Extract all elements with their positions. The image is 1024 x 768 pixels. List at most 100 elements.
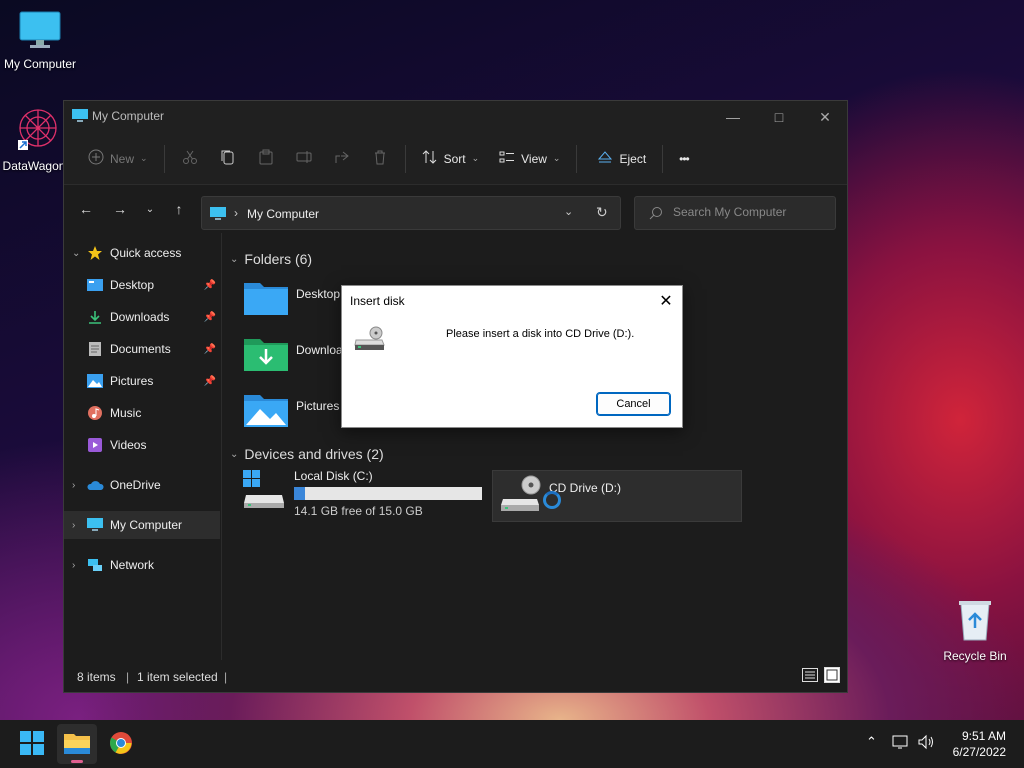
view-button[interactable]: View ⌄ <box>489 143 570 175</box>
chevron-down-icon: ⌄ <box>145 203 155 215</box>
sidebar-item-pictures[interactable]: Pictures 📌 <box>64 367 220 395</box>
sidebar-item-label: Videos <box>110 438 147 452</box>
sidebar-item-network[interactable]: › Network <box>64 551 220 579</box>
eject-label: Eject <box>619 151 647 166</box>
network-status-icon[interactable] <box>892 734 910 753</box>
new-button[interactable]: New ⌄ <box>78 143 158 175</box>
chevron-down-icon: ⌄ <box>230 448 239 460</box>
chevron-right-icon[interactable]: › <box>72 560 86 571</box>
eject-button[interactable]: Eject <box>587 143 656 175</box>
drive-label: Local Disk (C:) <box>294 469 373 483</box>
paste-button[interactable] <box>247 143 285 175</box>
dialog-title-bar[interactable]: Insert disk <box>342 286 682 316</box>
system-clock[interactable]: 9:51 AM 6/27/2022 <box>953 728 1006 760</box>
maximize-button[interactable]: □ <box>756 101 802 133</box>
chevron-right-icon[interactable]: › <box>72 520 86 531</box>
breadcrumb[interactable]: My Computer <box>247 207 319 221</box>
taskbar: ⌃ 9:51 AM 6/27/2022 <box>0 720 1024 768</box>
taskbar-chrome[interactable] <box>101 724 141 764</box>
sidebar-item-my-computer[interactable]: › My Computer <box>64 511 220 539</box>
trash-icon <box>372 149 388 168</box>
details-view-button[interactable] <box>802 668 818 685</box>
new-label: New <box>110 151 135 166</box>
pin-icon: 📌 <box>203 279 216 291</box>
volume-icon[interactable] <box>917 734 935 753</box>
computer-icon <box>72 109 88 126</box>
copy-icon <box>220 149 236 168</box>
refresh-icon[interactable]: ↻ <box>596 204 608 221</box>
cancel-button[interactable]: Cancel <box>596 392 671 416</box>
loading-spinner-icon <box>543 491 561 509</box>
forward-button[interactable]: → <box>108 197 132 221</box>
search-input[interactable] <box>673 205 823 219</box>
up-button[interactable]: ↑ <box>167 197 191 221</box>
status-separator: | <box>224 670 228 684</box>
more-options-button[interactable]: ••• <box>669 143 699 175</box>
chevron-down-icon: ⌄ <box>230 253 239 265</box>
desktop-icon-my-computer[interactable]: My Computer <box>0 10 80 71</box>
back-button[interactable]: ← <box>74 197 98 221</box>
folders-section-header[interactable]: ⌄ Folders (6) <box>230 251 312 267</box>
sidebar-item-onedrive[interactable]: › OneDrive <box>64 471 220 499</box>
sort-button[interactable]: Sort ⌄ <box>412 143 490 175</box>
folder-label: Desktop <box>296 287 341 301</box>
sidebar-item-music[interactable]: Music <box>64 399 220 427</box>
desktop-icon-recycle-bin[interactable]: Recycle Bin <box>935 598 1015 663</box>
separator <box>404 144 406 173</box>
close-button[interactable]: ✕ <box>802 101 848 133</box>
copy-button[interactable] <box>209 143 247 175</box>
arrow-left-icon: ← <box>79 201 93 217</box>
search-box[interactable] <box>634 196 836 230</box>
sidebar-item-quick-access[interactable]: ⌄ Quick access <box>64 239 220 267</box>
sidebar-item-downloads[interactable]: Downloads 📌 <box>64 303 220 331</box>
recent-locations-button[interactable]: ⌄ <box>138 197 162 221</box>
document-icon <box>86 341 104 357</box>
chevron-right-icon[interactable]: › <box>72 480 86 491</box>
sidebar-item-label: My Computer <box>110 518 183 532</box>
chrome-icon <box>109 731 133 758</box>
status-bar: 8 items | 1 item selected | <box>64 660 847 692</box>
share-button[interactable] <box>323 143 361 175</box>
chevron-right-icon: › <box>234 206 238 220</box>
share-icon <box>334 149 350 168</box>
rename-button[interactable] <box>285 143 323 175</box>
chevron-down-icon[interactable]: ⌄ <box>72 248 86 259</box>
sidebar-item-desktop[interactable]: Desktop 📌 <box>64 271 220 299</box>
history-dropdown-icon[interactable]: ⌄ <box>564 205 573 218</box>
dialog-message: Please insert a disk into CD Drive (D:). <box>446 328 635 340</box>
pictures-folder-icon <box>244 391 288 430</box>
desktop-icon-label: DataWagon <box>2 159 66 173</box>
drive-item-cd-drive[interactable]: CD Drive (D:) <box>492 470 742 522</box>
desktop-folder-icon <box>86 277 104 293</box>
minimize-button[interactable]: — <box>710 101 756 133</box>
address-row: ← → ⌄ ↑ › My Computer ⌄ ↻ <box>64 185 847 233</box>
download-icon <box>86 309 104 325</box>
title-bar[interactable]: My Computer — □ ✕ <box>64 101 847 133</box>
separator <box>163 144 165 173</box>
sidebar-item-label: Quick access <box>110 246 182 260</box>
videos-icon <box>86 437 104 453</box>
network-icon <box>86 557 104 573</box>
chevron-down-icon: ⌄ <box>552 153 561 163</box>
folder-item-pictures[interactable]: Pictures <box>244 391 339 430</box>
drive-item-local-disk[interactable]: Local Disk (C:) 14.1 GB free of 15.0 GB <box>242 469 488 521</box>
show-hidden-icons-button[interactable]: ⌃ <box>866 734 877 750</box>
file-explorer-icon <box>64 732 90 757</box>
taskbar-file-explorer[interactable] <box>57 724 97 764</box>
address-bar[interactable]: › My Computer ⌄ ↻ <box>201 196 621 230</box>
tiles-view-button[interactable] <box>824 667 840 686</box>
folder-label: Pictures <box>296 399 340 413</box>
sidebar-item-videos[interactable]: Videos <box>64 431 220 459</box>
rename-icon <box>296 149 312 168</box>
drives-section-header[interactable]: ⌄ Devices and drives (2) <box>230 446 384 462</box>
delete-button[interactable] <box>361 143 399 175</box>
dialog-close-button[interactable]: ✕ <box>650 286 682 316</box>
start-button[interactable] <box>12 724 52 764</box>
pin-icon: 📌 <box>203 311 216 323</box>
dialog-title: Insert disk <box>350 294 405 308</box>
active-indicator <box>71 760 83 763</box>
sidebar-item-documents[interactable]: Documents 📌 <box>64 335 220 363</box>
cut-button[interactable] <box>171 143 209 175</box>
folder-item-desktop[interactable]: Desktop <box>244 279 340 318</box>
folder-item-downloads[interactable]: Downloa <box>244 335 343 374</box>
